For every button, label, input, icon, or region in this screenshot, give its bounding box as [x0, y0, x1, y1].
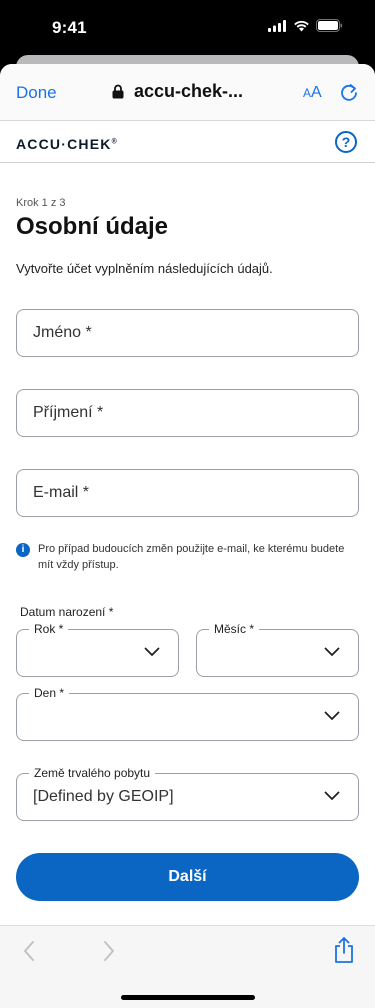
page-subtitle: Vytvořte účet vyplněním následujících úd… [16, 261, 273, 276]
last-name-placeholder: Příjmení * [33, 404, 104, 421]
first-name-field[interactable]: Jméno * [16, 309, 359, 357]
day-select[interactable]: Den * [16, 686, 359, 741]
text-size-large: A [311, 84, 322, 101]
logo-mark: ® [111, 138, 117, 146]
text-size-small: A [303, 86, 312, 100]
chevron-down-icon [324, 647, 340, 656]
status-bar: 9:41 [0, 0, 375, 56]
day-label: Den * [29, 686, 70, 700]
url-box[interactable]: accu-chek-... [112, 81, 243, 102]
wifi-icon [294, 20, 309, 31]
battery-icon [316, 19, 343, 32]
status-time: 9:41 [52, 18, 87, 37]
site-header: ACCU·CHEK® ? [0, 121, 375, 163]
chevron-down-icon [324, 711, 340, 720]
logo-text: ACCU·CHEK [16, 136, 112, 152]
month-select[interactable]: Měsíc * [196, 622, 359, 677]
year-select[interactable]: Rok * [16, 622, 179, 677]
first-name-placeholder: Jméno * [33, 324, 92, 341]
last-name-field[interactable]: Příjmení * [16, 389, 359, 437]
home-indicator [121, 995, 255, 1000]
country-select[interactable]: Země trvalého pobytu [Defined by GEOIP] [16, 766, 359, 821]
country-value: [Defined by GEOIP] [33, 788, 174, 805]
signal-icon [268, 19, 286, 32]
email-placeholder: E-mail * [33, 484, 90, 501]
step-indicator: Krok 1 z 3 [16, 197, 66, 209]
page-title: Osobní údaje [16, 213, 169, 240]
chevron-down-icon [324, 791, 340, 800]
email-info-note: i Pro případ budoucích změn použijte e-m… [16, 541, 359, 573]
year-label: Rok * [29, 622, 69, 636]
birth-date-label: Datum narození * [20, 605, 114, 619]
forward-icon[interactable] [102, 940, 116, 962]
url-text: accu-chek-... [134, 81, 244, 101]
back-icon[interactable] [22, 940, 36, 962]
browser-sheet: Done accu-chek-... AA ACCU·CHEK® ? Krok … [0, 64, 375, 1008]
month-label: Měsíc * [209, 622, 260, 636]
accu-chek-logo[interactable]: ACCU·CHEK® [16, 136, 117, 152]
help-icon[interactable]: ? [335, 131, 357, 153]
info-icon: i [16, 543, 30, 557]
lock-icon [112, 84, 124, 99]
chevron-down-icon [144, 647, 160, 656]
country-label: Země trvalého pobytu [29, 766, 156, 780]
info-text: Pro případ budoucích změn použijte e-mai… [38, 543, 345, 571]
next-button[interactable]: Další [16, 853, 359, 901]
browser-bar: Done accu-chek-... AA [0, 64, 375, 121]
browser-toolbar [0, 925, 375, 1008]
share-icon[interactable] [333, 936, 355, 964]
text-size-button[interactable]: AA [303, 84, 322, 102]
done-button[interactable]: Done [16, 83, 57, 103]
email-field[interactable]: E-mail * [16, 469, 359, 517]
status-icons [268, 19, 343, 32]
reload-icon[interactable] [340, 82, 358, 102]
